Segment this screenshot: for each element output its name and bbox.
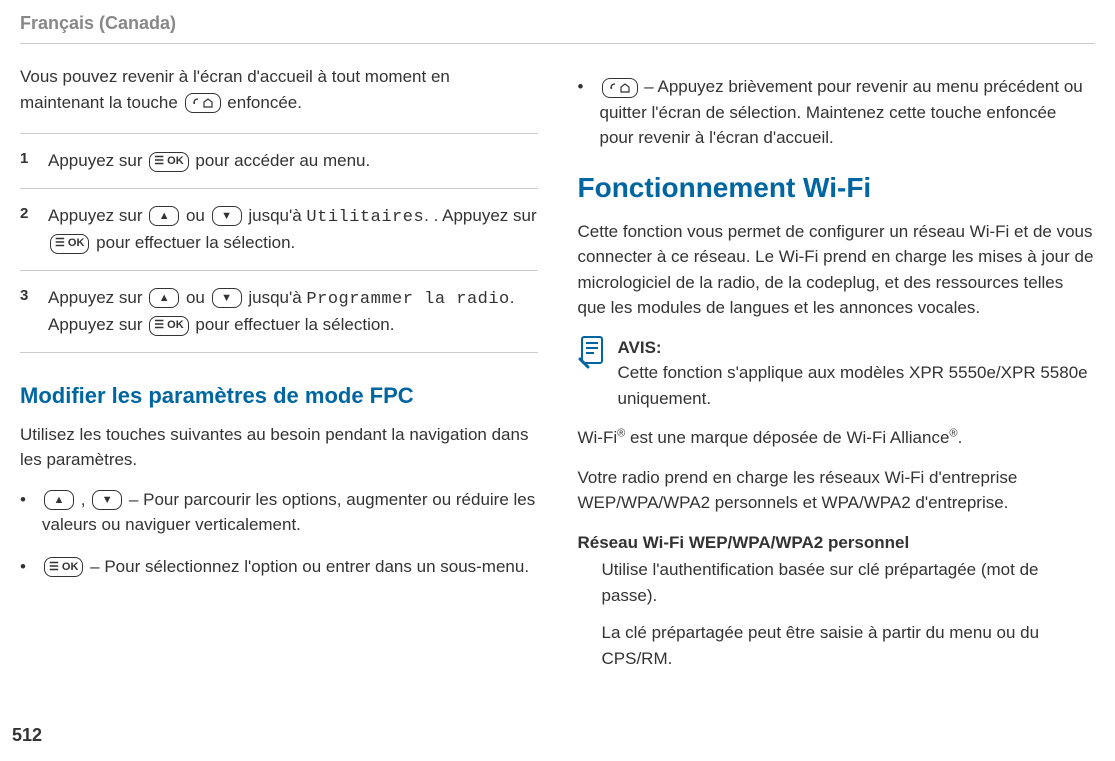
step-2: 2 Appuyez sur ▲ ou ▼ jusqu'à Utilitaires… bbox=[20, 189, 538, 271]
down-button-icon: ▼ bbox=[212, 206, 242, 226]
step-text-frag: pour accéder au menu. bbox=[195, 151, 370, 170]
step-text: Appuyez sur ▲ ou ▼ jusqu'à Programmer la… bbox=[48, 285, 538, 338]
steps-list: 1 Appuyez sur ☰ OK pour accéder au menu.… bbox=[20, 133, 538, 353]
right-bullets: • – Appuyez brièvement pour revenir au m… bbox=[578, 74, 1096, 151]
note-box: AVIS: Cette fonction s'applique aux modè… bbox=[578, 335, 1096, 412]
step-text-frag: jusqu'à bbox=[248, 288, 306, 307]
def-body1: Utilise l'authentification basée sur clé… bbox=[602, 557, 1096, 608]
step-text-frag: pour effectuer la sélection. bbox=[195, 315, 394, 334]
bullet-text: ▲ , ▼ – Pour parcourir les options, augm… bbox=[42, 487, 538, 538]
intro-para: Vous pouvez revenir à l'écran d'accueil … bbox=[20, 64, 538, 115]
home-back-button-icon bbox=[185, 93, 221, 113]
bullet-marker: • bbox=[20, 487, 32, 538]
step-3: 3 Appuyez sur ▲ ou ▼ jusqu'à Programmer … bbox=[20, 271, 538, 353]
note-title: AVIS: bbox=[618, 335, 1096, 361]
menu-ok-button-icon: ☰ OK bbox=[50, 234, 89, 254]
step-number: 1 bbox=[20, 148, 36, 174]
step-number: 3 bbox=[20, 285, 36, 338]
step-body: Appuyez sur ☰ OK pour accéder au menu. bbox=[48, 148, 538, 174]
wifi-para3: Votre radio prend en charge les réseaux … bbox=[578, 465, 1096, 516]
page-number: 512 bbox=[12, 722, 42, 749]
bullet-marker: • bbox=[578, 74, 590, 151]
note-body: AVIS: Cette fonction s'applique aux modè… bbox=[618, 335, 1096, 412]
step-code: Programmer la radio bbox=[306, 290, 509, 309]
home-back-button-icon bbox=[602, 78, 638, 98]
wifi-para1: Cette fonction vous permet de configurer… bbox=[578, 219, 1096, 321]
up-button-icon: ▲ bbox=[149, 206, 179, 226]
bullet-item: • ▲ , ▼ – Pour parcourir les options, au… bbox=[20, 487, 538, 538]
step-text-frag: ou bbox=[186, 288, 210, 307]
up-button-icon: ▲ bbox=[44, 490, 74, 510]
fpc-subheading: Modifier les paramètres de mode FPC bbox=[20, 379, 538, 412]
step-code: Utilitaires bbox=[306, 208, 424, 227]
step-text: Appuyez sur ▲ ou ▼ jusqu'à Utilitaires . … bbox=[48, 203, 538, 256]
bullet-sep: , bbox=[81, 490, 90, 509]
bullet-item: • ☰ OK – Pour sélectionnez l'option ou e… bbox=[20, 554, 538, 580]
step-text-frag: Appuyez sur bbox=[48, 206, 147, 225]
step-text: Appuyez sur ☰ OK pour accéder au menu. bbox=[48, 148, 538, 174]
step-text-frag: jusqu'à bbox=[248, 206, 306, 225]
wifi-para2: Wi-Fi® est une marque déposée de Wi-Fi A… bbox=[578, 425, 1096, 451]
up-button-icon: ▲ bbox=[149, 288, 179, 308]
step-text-frag: pour effectuer la sélection. bbox=[96, 233, 295, 252]
page-header: Français (Canada) bbox=[20, 10, 1095, 44]
bullet-text: – Appuyez brièvement pour revenir au men… bbox=[600, 74, 1096, 151]
intro-block: Vous pouvez revenir à l'écran d'accueil … bbox=[20, 64, 538, 115]
wifi-definition: Réseau Wi-Fi WEP/WPA/WPA2 personnel Util… bbox=[578, 530, 1096, 672]
down-button-icon: ▼ bbox=[212, 288, 242, 308]
fpc-para: Utilisez les touches suivantes au besoin… bbox=[20, 422, 538, 473]
def-body2: La clé prépartagée peut être saisie à pa… bbox=[602, 620, 1096, 671]
step-text-frag: . Appuyez sur bbox=[434, 206, 537, 225]
step-1: 1 Appuyez sur ☰ OK pour accéder au menu. bbox=[20, 133, 538, 189]
left-column: Vous pouvez revenir à l'écran d'accueil … bbox=[20, 64, 538, 683]
content-columns: Vous pouvez revenir à l'écran d'accueil … bbox=[20, 64, 1095, 683]
step-body: Appuyez sur ▲ ou ▼ jusqu'à Programmer la… bbox=[48, 285, 538, 338]
menu-ok-button-icon: ☰ OK bbox=[44, 557, 83, 577]
fpc-bullets: • ▲ , ▼ – Pour parcourir les options, au… bbox=[20, 487, 538, 580]
note-icon bbox=[578, 335, 606, 412]
down-button-icon: ▼ bbox=[92, 490, 122, 510]
wifi-heading: Fonctionnement Wi-Fi bbox=[578, 167, 1096, 209]
intro-text-b: enfoncée. bbox=[227, 93, 302, 112]
menu-ok-button-icon: ☰ OK bbox=[149, 152, 188, 172]
step-text-frag: Appuyez sur bbox=[48, 288, 147, 307]
bullet-marker: • bbox=[20, 554, 32, 580]
bullet-item: • – Appuyez brièvement pour revenir au m… bbox=[578, 74, 1096, 151]
bullet-text: ☰ OK – Pour sélectionnez l'option ou ent… bbox=[42, 554, 538, 580]
bullet-post: – Pour sélectionnez l'option ou entrer d… bbox=[90, 557, 529, 576]
step-body: Appuyez sur ▲ ou ▼ jusqu'à Utilitaires . … bbox=[48, 203, 538, 256]
step-text-frag: ou bbox=[186, 206, 210, 225]
step-number: 2 bbox=[20, 203, 36, 256]
step-text-frag: Appuyez sur bbox=[48, 151, 147, 170]
note-text: Cette fonction s'applique aux modèles XP… bbox=[618, 360, 1096, 411]
right-column: • – Appuyez brièvement pour revenir au m… bbox=[578, 64, 1096, 683]
def-title: Réseau Wi-Fi WEP/WPA/WPA2 personnel bbox=[578, 530, 1096, 556]
header-lang: Français (Canada) bbox=[20, 13, 176, 33]
bullet-post: – Appuyez brièvement pour revenir au men… bbox=[600, 77, 1083, 147]
menu-ok-button-icon: ☰ OK bbox=[149, 316, 188, 336]
